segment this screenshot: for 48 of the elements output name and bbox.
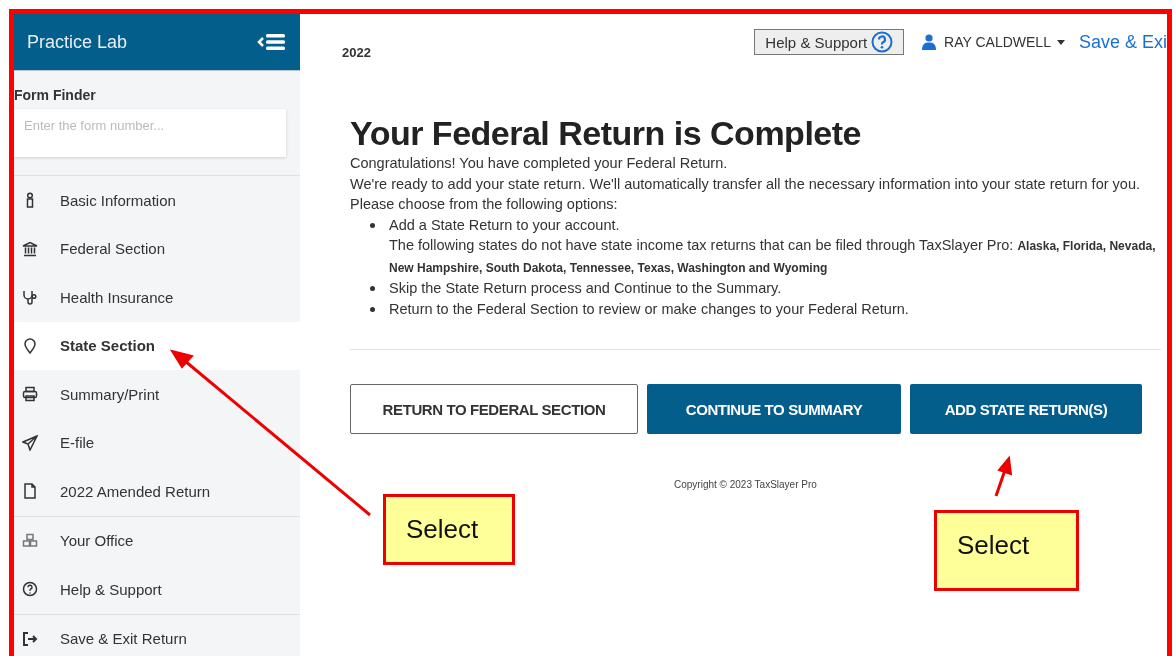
copyright-text: Copyright © 2023 TaxSlayer Pro xyxy=(674,479,818,490)
paper-plane-icon xyxy=(22,434,38,451)
action-button[interactable]: RETURN TO FEDERAL SECTION xyxy=(350,384,638,434)
bank-icon xyxy=(22,240,38,257)
option-note: The following states do not have state income tax returns that can be filed through TaxSlayer Pro: Alaska, Florida, Nevada, New Hampshire, South Dakota, Tennessee, Texas, Washington and Wyoming xyxy=(389,236,1157,277)
bullet-icon xyxy=(370,222,375,228)
printer-icon xyxy=(22,386,38,403)
exit-icon xyxy=(22,630,38,647)
sidebar-item[interactable]: Help & Support xyxy=(14,565,300,614)
callout-box: Select xyxy=(383,494,515,565)
body-text: We're ready to add your state return. We'll automatically transfer all the necessary information into your state return for you. xyxy=(350,174,1141,194)
user-icon xyxy=(922,34,937,50)
action-button[interactable]: ADD STATE RETURN(S) xyxy=(910,384,1142,434)
sidebar-item[interactable]: Save & Exit Return xyxy=(14,614,300,656)
action-button[interactable]: CONTINUE TO SUMMARY xyxy=(647,384,901,434)
page-heading: Your Federal Return is Complete xyxy=(350,114,862,153)
form-search-field[interactable]: Enter the form number... xyxy=(14,109,286,157)
option-text: Add a State Return to your account. xyxy=(389,215,621,235)
caret-icon xyxy=(1056,39,1065,45)
sidebar-item[interactable]: Federal Section xyxy=(14,224,300,273)
sidebar-item[interactable]: Health Insurance xyxy=(14,273,300,322)
option-text: Return to the Federal Section to review or make changes to your Federal Return. xyxy=(389,299,909,319)
menu-icon[interactable] xyxy=(257,32,287,52)
callout-box: Select xyxy=(934,510,1079,591)
bullet-icon xyxy=(370,306,375,312)
tax-year: 2022 xyxy=(342,44,371,60)
boxes-icon xyxy=(22,532,38,549)
sidebar-item[interactable]: Summary/Print xyxy=(14,370,300,419)
save-exit-link[interactable]: Save & Exi xyxy=(1078,31,1167,53)
sidebar-item[interactable]: State Section xyxy=(14,321,300,370)
bullet-icon xyxy=(370,286,375,291)
user-menu[interactable]: RAY CALDWELL xyxy=(944,34,1071,50)
app-title: Practice Lab xyxy=(27,31,128,53)
sidebar-item[interactable]: 2022 Amended Return xyxy=(14,467,300,516)
option-text: Skip the State Return process and Continue to the Summary. xyxy=(389,279,782,298)
body-text: Please choose from the following options: xyxy=(350,195,619,214)
help-icon xyxy=(871,31,894,53)
body-text: Congratulations! You have completed your Federal Return. xyxy=(350,154,729,173)
annotation-arrow xyxy=(994,455,1013,497)
help-button[interactable]: Help & Support xyxy=(754,29,905,55)
sidebar-item[interactable]: Basic Information xyxy=(14,176,300,225)
stethoscope-icon xyxy=(22,289,38,306)
form-finder-label: Form Finder xyxy=(14,87,97,103)
sidebar-item[interactable]: Your Office xyxy=(14,516,300,565)
document-icon xyxy=(22,483,38,500)
sidebar-item[interactable]: E-file xyxy=(14,418,300,467)
pin-icon xyxy=(22,337,38,354)
help-icon xyxy=(22,581,38,598)
